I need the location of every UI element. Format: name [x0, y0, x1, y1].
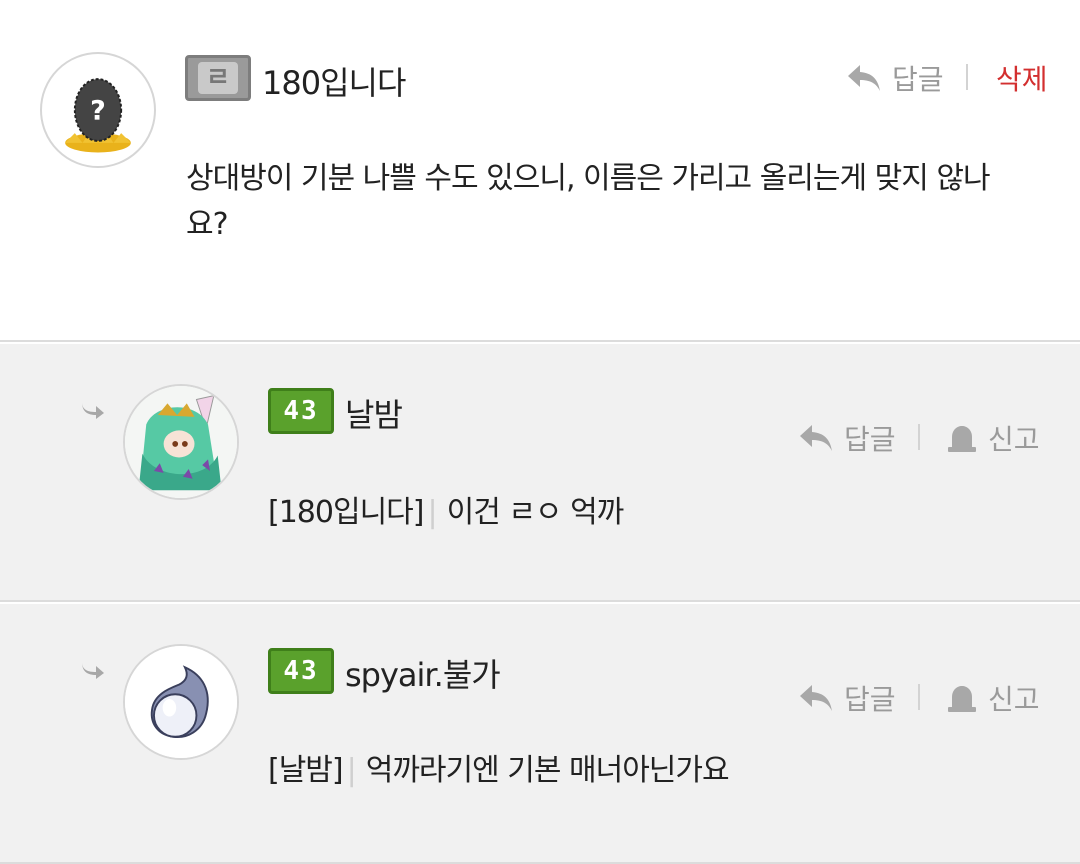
reply-comment-item: 43 날밤 답글 신고 [180입니다] | 이건 ㄹㅇ 억까	[0, 344, 1080, 602]
reply-icon	[800, 685, 832, 711]
reply-button[interactable]: 답글	[798, 418, 896, 458]
comment-text-content: 이건 ㄹㅇ 억까	[446, 495, 625, 530]
comment-text-line: 요?	[186, 207, 229, 242]
reply-indent-icon	[82, 662, 104, 679]
reply-comment-item: 43 spyair.불가 답글 신고 [날밤] | 억까라기엔 기본 매너아닌가요	[0, 604, 1080, 864]
report-button[interactable]: 신고	[946, 678, 1040, 718]
level-badge: 43	[268, 388, 334, 434]
nickname[interactable]: 180입니다	[262, 58, 406, 104]
quoted-user[interactable]: [180입니다]	[268, 495, 424, 530]
quoted-user[interactable]: [날밤]	[268, 753, 344, 788]
quote-divider: |	[346, 753, 357, 788]
nickname[interactable]: spyair.불가	[345, 650, 501, 696]
avatar[interactable]	[123, 384, 239, 500]
report-label: 신고	[988, 423, 1040, 456]
character-avatar-icon	[125, 386, 237, 498]
comment-text: [날밤] | 억까라기엔 기본 매너아닌가요	[268, 748, 730, 794]
white-egg-avatar-icon	[125, 646, 237, 758]
quote-divider: |	[427, 495, 437, 530]
reply-icon	[800, 425, 832, 451]
level-badge: 43	[268, 648, 334, 694]
reply-button[interactable]: 답글	[846, 58, 944, 98]
reply-label: 답글	[892, 63, 944, 96]
svg-text:?: ?	[90, 96, 106, 127]
avatar[interactable]	[123, 644, 239, 760]
report-label: 신고	[988, 683, 1040, 716]
nickname[interactable]: 날밤	[345, 390, 403, 436]
reply-label: 답글	[844, 683, 896, 716]
reply-icon	[848, 65, 880, 91]
egg-avatar-icon: ?	[65, 78, 131, 153]
reply-button[interactable]: 답글	[798, 678, 896, 718]
siren-icon	[948, 426, 976, 452]
comment-text-content: 억까라기엔 기본 매너아닌가요	[365, 753, 730, 788]
comment-text: [180입니다] | 이건 ㄹㅇ 억까	[268, 490, 625, 536]
siren-icon	[948, 686, 976, 712]
comment-text-line: 상대방이 기분 나쁠 수도 있으니, 이름은 가리고 올리는게 맞지 않나	[186, 161, 991, 196]
comment-text: 상대방이 기분 나쁠 수도 있으니, 이름은 가리고 올리는게 맞지 않나 요?	[186, 156, 991, 248]
reply-label: 답글	[844, 423, 896, 456]
report-button[interactable]: 신고	[946, 418, 1040, 458]
divider	[918, 424, 920, 450]
delete-button[interactable]: 삭제	[996, 58, 1048, 98]
reply-indent-icon	[82, 402, 104, 419]
divider	[966, 64, 968, 90]
comment-item: ? ㄹ 180입니다 답글 삭제 상대방이 기분 나쁠 수도 있으니, 이름은 …	[0, 0, 1080, 342]
divider	[918, 684, 920, 710]
avatar[interactable]: ?	[40, 52, 156, 168]
level-badge: ㄹ	[185, 55, 251, 101]
